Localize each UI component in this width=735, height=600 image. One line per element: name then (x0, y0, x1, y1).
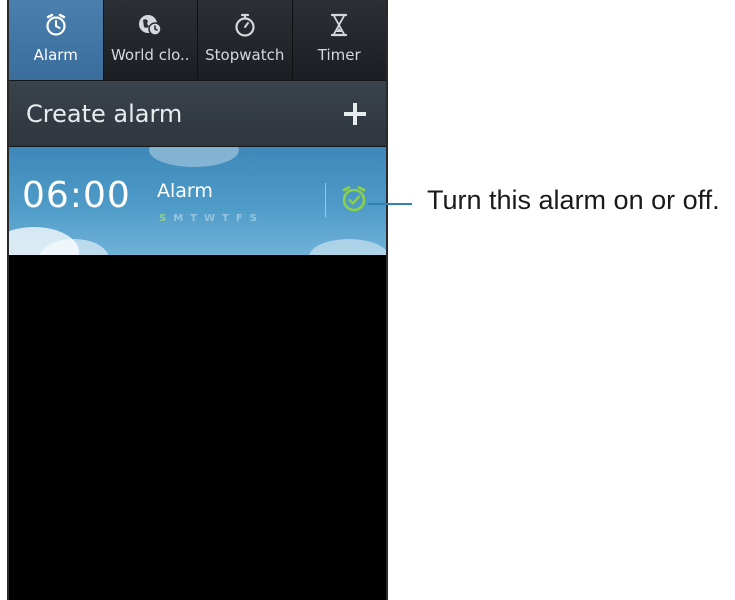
tab-stopwatch[interactable]: Stopwatch (198, 0, 293, 80)
cloud-decoration (149, 147, 239, 167)
plus-icon (342, 101, 368, 127)
day-monday: M (173, 213, 184, 224)
tab-timer[interactable]: Timer (293, 0, 387, 80)
alarm-name: Alarm (157, 180, 213, 202)
item-divider (325, 183, 326, 217)
day-tuesday: T (190, 213, 197, 224)
alarm-list-item[interactable]: 06:00 Alarm S M T W T F S (9, 147, 386, 255)
globe-clock-icon (137, 12, 163, 38)
create-alarm-button[interactable]: Create alarm (9, 80, 386, 147)
day-saturday: S (249, 213, 257, 224)
tab-world-clock[interactable]: World clo.. (104, 0, 198, 80)
day-sunday: S (159, 213, 167, 224)
tab-label: World clo.. (110, 46, 190, 64)
callout-line (368, 203, 412, 205)
create-alarm-label: Create alarm (26, 99, 183, 128)
callout-text: Turn this alarm on or off. (427, 185, 720, 215)
stopwatch-icon (232, 12, 258, 38)
day-friday: F (235, 213, 243, 224)
clock-app-screen: Alarm World clo.. Stopwatch Timer Create… (7, 0, 388, 600)
screenshot-canvas: Alarm World clo.. Stopwatch Timer Create… (0, 0, 735, 600)
alarm-on-icon[interactable] (339, 184, 369, 218)
hourglass-icon (326, 12, 352, 38)
tab-label: Stopwatch (205, 46, 285, 64)
tab-label: Alarm (33, 46, 78, 64)
cloud-decoration (309, 239, 386, 255)
day-wednesday: W (203, 213, 216, 224)
alarm-clock-icon (43, 12, 69, 38)
tab-label: Timer (317, 46, 361, 64)
tab-alarm[interactable]: Alarm (9, 0, 104, 80)
alarm-repeat-days: S M T W T F S (159, 213, 257, 224)
tab-bar: Alarm World clo.. Stopwatch Timer (9, 0, 386, 80)
alarm-time: 06:00 (22, 175, 131, 216)
day-thursday: T (222, 213, 229, 224)
